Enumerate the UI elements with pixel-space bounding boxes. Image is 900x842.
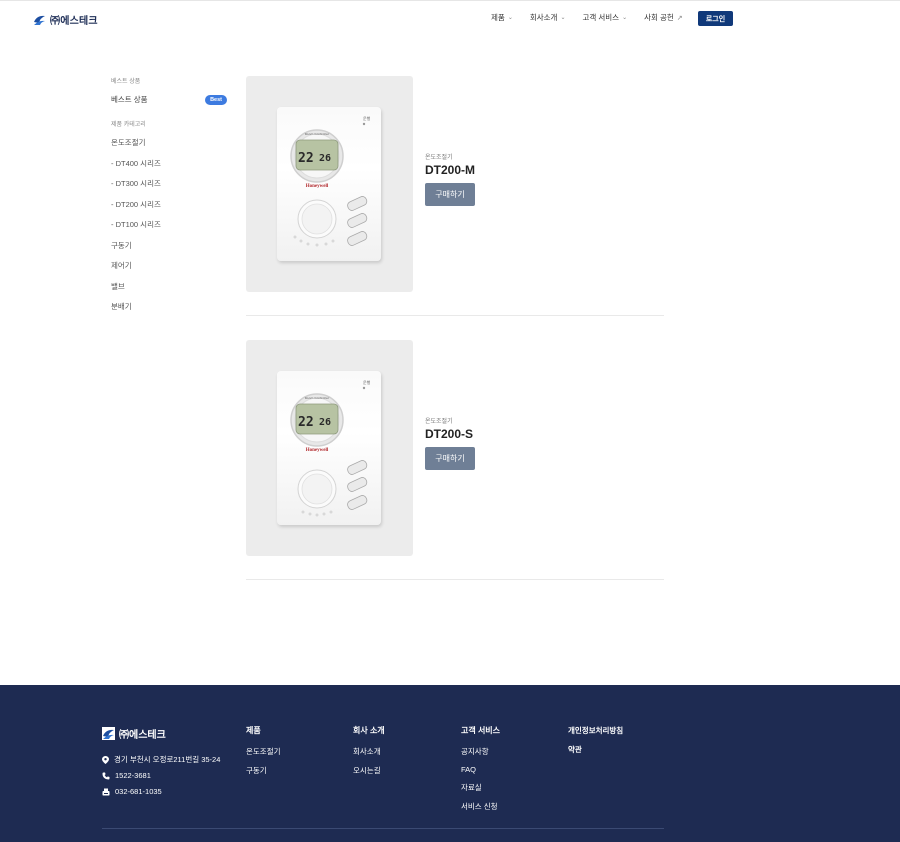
footer-fax-text: 032-681-1035 — [115, 787, 162, 796]
sidebar-item-distributor[interactable]: 분배기 — [111, 301, 227, 312]
chevron-down-icon: ⌄ — [507, 15, 513, 21]
sidebar-item-dt400[interactable]: - DT400 시리즈 — [111, 158, 227, 169]
thermostat-icon: 운행 Room Controller 22 26 Honeywell — [290, 115, 371, 247]
site-footer: ㈜에스테크 경기 부천시 오정로211번길 35-24 1522-3681 03… — [0, 685, 900, 842]
product-image[interactable]: 운행 Room Controller 22 26 Honeywell — [246, 340, 413, 556]
nav-products-label: 제품 — [491, 13, 505, 22]
product-info: 온도조절기 DT200-S 구매하기 — [425, 416, 475, 470]
footer-address: 경기 부천시 오정로211번길 35-24 — [102, 754, 220, 765]
footer-col-company: 회사 소개 회사소개 오시는길 — [353, 725, 385, 784]
site-header: ㈜에스테크 제품 ⌄ 회사소개 ⌄ 고객 서비스 ⌄ 사회 공헌 ↗ 로그인 — [0, 0, 900, 36]
product-info: 온도조절기 DT200-M 구매하기 — [425, 152, 475, 206]
sidebar-item-dt200[interactable]: - DT200 시리즈 — [111, 199, 227, 210]
terms-link[interactable]: 약관 — [568, 744, 623, 755]
fax-icon — [102, 788, 110, 795]
product-image[interactable]: 운행 Room Controller 22 26 Honeywell — [246, 76, 413, 292]
main-nav: 제품 ⌄ 회사소개 ⌄ 고객 서비스 ⌄ 사회 공헌 ↗ — [491, 12, 700, 23]
chevron-down-icon: ⌄ — [560, 15, 566, 21]
buy-button[interactable]: 구매하기 — [425, 183, 475, 206]
sidebar-item-valve[interactable]: 밸브 — [111, 281, 227, 292]
svg-text:운행: 운행 — [363, 379, 371, 385]
footer-address-text: 경기 부천시 오정로211번길 35-24 — [114, 755, 221, 764]
thermostat-icon: 운행 Room Controller 22 26 Honeywell — [290, 379, 371, 517]
footer-col-title: 회사 소개 — [353, 726, 385, 735]
footer-fax: 032-681-1035 — [102, 787, 162, 796]
nav-customer-service[interactable]: 고객 서비스 ⌄ — [582, 12, 627, 23]
category-section-title: 제품 카테고리 — [111, 122, 146, 128]
nav-products[interactable]: 제품 ⌄ — [491, 12, 513, 23]
product-divider — [246, 579, 664, 580]
phone-icon — [102, 772, 110, 779]
sidebar-item-dt100[interactable]: - DT100 시리즈 — [111, 219, 227, 230]
sidebar-item-actuator[interactable]: 구동기 — [111, 240, 227, 251]
sidebar-item-thermostat[interactable]: 온도조절기 — [111, 137, 227, 148]
svg-text:Honeywell: Honeywell — [306, 448, 329, 453]
footer-col-policies: 개인정보처리방침 약관 — [568, 725, 623, 755]
site-logo[interactable]: ㈜에스테크 — [33, 12, 98, 27]
footer-logo-text: ㈜에스테크 — [119, 730, 166, 741]
svg-text:Honeywell: Honeywell — [306, 184, 329, 189]
svg-text:Room Controller: Room Controller — [305, 396, 330, 400]
footer-divider — [102, 828, 664, 829]
thermostat-illustration: 운행 Room Controller 22 26 Honeywell — [277, 371, 381, 525]
footer-link[interactable]: 구동기 — [246, 765, 281, 776]
buy-button[interactable]: 구매하기 — [425, 447, 475, 470]
svg-text:22: 22 — [298, 415, 314, 430]
sidebar-item-best[interactable]: 베스트 상품 Best — [111, 94, 227, 105]
footer-link[interactable]: 자료실 — [461, 782, 500, 793]
logo-text: ㈜에스테크 — [50, 16, 98, 27]
privacy-policy-link[interactable]: 개인정보처리방침 — [568, 725, 623, 736]
logo-icon — [102, 727, 115, 740]
footer-link[interactable]: 회사소개 — [353, 746, 385, 757]
footer-col-products: 제품 온도조절기 구동기 — [246, 725, 281, 784]
footer-link[interactable]: 온도조절기 — [246, 746, 281, 757]
sidebar-item-dt300[interactable]: - DT300 시리즈 — [111, 178, 227, 189]
footer-col-title: 고객 서비스 — [461, 726, 501, 735]
nav-company-label: 회사소개 — [529, 13, 558, 22]
sidebar-item-label: 베스트 상품 — [111, 95, 148, 104]
best-badge: Best — [205, 94, 227, 105]
location-pin-icon — [102, 755, 109, 764]
footer-logo[interactable]: ㈜에스테크 — [102, 726, 166, 741]
product-name[interactable]: DT200-M — [425, 163, 475, 177]
category-sidebar: 베스트 상품 베스트 상품 Best 제품 카테고리 온도조절기 - DT400… — [111, 76, 227, 322]
chevron-down-icon: ⌄ — [622, 15, 628, 21]
product-divider — [246, 315, 664, 316]
svg-text:26: 26 — [319, 153, 331, 164]
footer-phone: 1522-3681 — [102, 771, 151, 780]
product-category: 온도조절기 — [425, 155, 453, 161]
nav-social-contribution-label: 사회 공헌 — [644, 13, 674, 22]
svg-text:22: 22 — [298, 151, 314, 166]
thermostat-illustration: 운행 Room Controller 22 26 Honeywell — [277, 107, 381, 261]
nav-social-contribution[interactable]: 사회 공헌 ↗ — [644, 12, 683, 23]
svg-text:26: 26 — [319, 417, 331, 428]
best-section-title: 베스트 상품 — [111, 79, 141, 85]
product-category: 온도조절기 — [425, 419, 453, 425]
sidebar-item-controller[interactable]: 제어기 — [111, 260, 227, 271]
login-button[interactable]: 로그인 — [698, 11, 733, 26]
svg-text:Room Controller: Room Controller — [305, 132, 330, 136]
product-name[interactable]: DT200-S — [425, 427, 475, 441]
logo-icon — [34, 15, 45, 25]
nav-customer-service-label: 고객 서비스 — [582, 13, 620, 22]
footer-link[interactable]: FAQ — [461, 765, 500, 774]
external-link-icon: ↗ — [676, 14, 683, 22]
footer-col-customer-service: 고객 서비스 공지사항 FAQ 자료실 서비스 신청 — [461, 725, 500, 820]
footer-link[interactable]: 오시는길 — [353, 765, 385, 776]
footer-link[interactable]: 서비스 신청 — [461, 801, 500, 812]
footer-col-title: 제품 — [246, 726, 261, 735]
nav-company[interactable]: 회사소개 ⌄ — [530, 12, 566, 23]
footer-phone-text: 1522-3681 — [115, 771, 151, 780]
svg-text:운행: 운행 — [363, 115, 371, 121]
footer-link[interactable]: 공지사항 — [461, 746, 500, 757]
